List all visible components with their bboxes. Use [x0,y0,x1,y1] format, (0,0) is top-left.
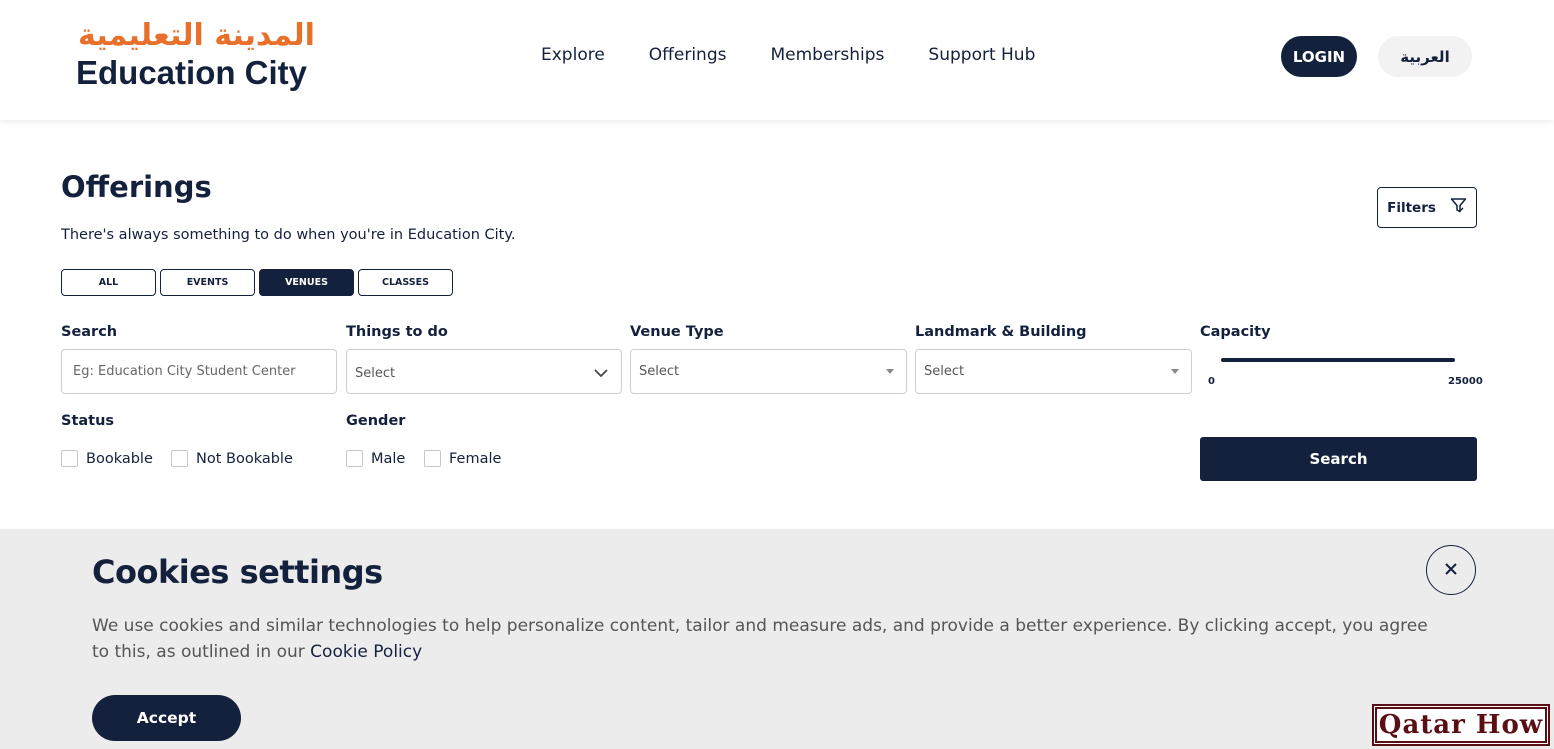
cookie-policy-link[interactable]: Cookie Policy [310,642,422,662]
close-icon [1444,562,1458,579]
close-cookie-button[interactable] [1426,545,1476,595]
things-to-do-value: Select [355,366,396,381]
things-to-do-label: Things to do [346,324,448,340]
filters-button[interactable]: Filters [1377,187,1477,228]
landmark-building-select[interactable]: Select [915,349,1192,394]
search-label: Search [61,324,118,340]
main-nav: Explore Offerings Memberships Support Hu… [541,45,1035,65]
checkbox-box[interactable] [346,450,363,467]
bookable-label: Bookable [86,450,153,467]
nav-explore[interactable]: Explore [541,45,605,65]
tab-classes[interactable]: CLASSES [358,269,453,296]
landmark-building-label: Landmark & Building [915,324,1087,340]
landmark-building-value: Select [924,364,965,379]
cookie-title: Cookies settings [92,553,383,591]
nav-offerings[interactable]: Offerings [649,45,727,65]
tab-events[interactable]: EVENTS [160,269,255,296]
accept-cookies-button[interactable]: Accept [92,695,241,741]
filters-label: Filters [1387,199,1436,216]
male-checkbox[interactable]: Male [346,450,405,467]
capacity-slider[interactable] [1221,358,1455,362]
capacity-label: Capacity [1200,324,1271,340]
search-button[interactable]: Search [1200,437,1477,481]
not-bookable-checkbox[interactable]: Not Bookable [171,450,293,467]
offering-type-tabs: ALL EVENTS VENUES CLASSES [61,269,453,296]
capacity-min-value: 0 [1208,376,1215,387]
venue-type-value: Select [639,364,680,379]
venue-type-label: Venue Type [630,324,724,340]
caret-down-icon [1171,369,1179,374]
tab-all[interactable]: ALL [61,269,156,296]
caret-down-icon [886,369,894,374]
not-bookable-label: Not Bookable [196,450,293,467]
logo-arabic-text: المدينة التعليمية [78,18,315,53]
cookie-text: We use cookies and similar technologies … [92,613,1432,665]
gender-label: Gender [346,413,406,429]
checkbox-box[interactable] [424,450,441,467]
education-city-logo[interactable]: المدينة التعليمية Education City [76,18,316,98]
nav-support-hub[interactable]: Support Hub [928,45,1035,65]
cookie-banner: Cookies settings We use cookies and simi… [0,529,1554,749]
venue-type-select[interactable]: Select [630,349,907,394]
tab-venues[interactable]: VENUES [259,269,354,296]
cookie-body-text: We use cookies and similar technologies … [92,616,1428,662]
bookable-checkbox[interactable]: Bookable [61,450,153,467]
checkbox-box[interactable] [61,450,78,467]
status-label: Status [61,413,115,429]
logo-english-text: Education City [76,54,308,91]
chevron-down-icon [593,365,609,385]
site-header: المدينة التعليمية Education City Explore… [0,0,1554,120]
capacity-max-value: 25000 [1448,376,1483,387]
login-button[interactable]: LOGIN [1281,36,1357,77]
things-to-do-select[interactable]: Select [346,349,622,394]
language-toggle-button[interactable]: العربية [1378,36,1472,77]
nav-memberships[interactable]: Memberships [770,45,884,65]
female-label: Female [449,450,502,467]
page-title: Offerings [61,170,212,204]
checkbox-box[interactable] [171,450,188,467]
female-checkbox[interactable]: Female [424,450,501,467]
search-input-wrapper [61,349,337,394]
search-input[interactable] [62,350,336,393]
male-label: Male [371,450,406,467]
watermark-logo: Qatar How [1375,707,1547,743]
filter-icon [1450,197,1467,218]
page-subtitle: There's always something to do when you'… [61,227,516,243]
